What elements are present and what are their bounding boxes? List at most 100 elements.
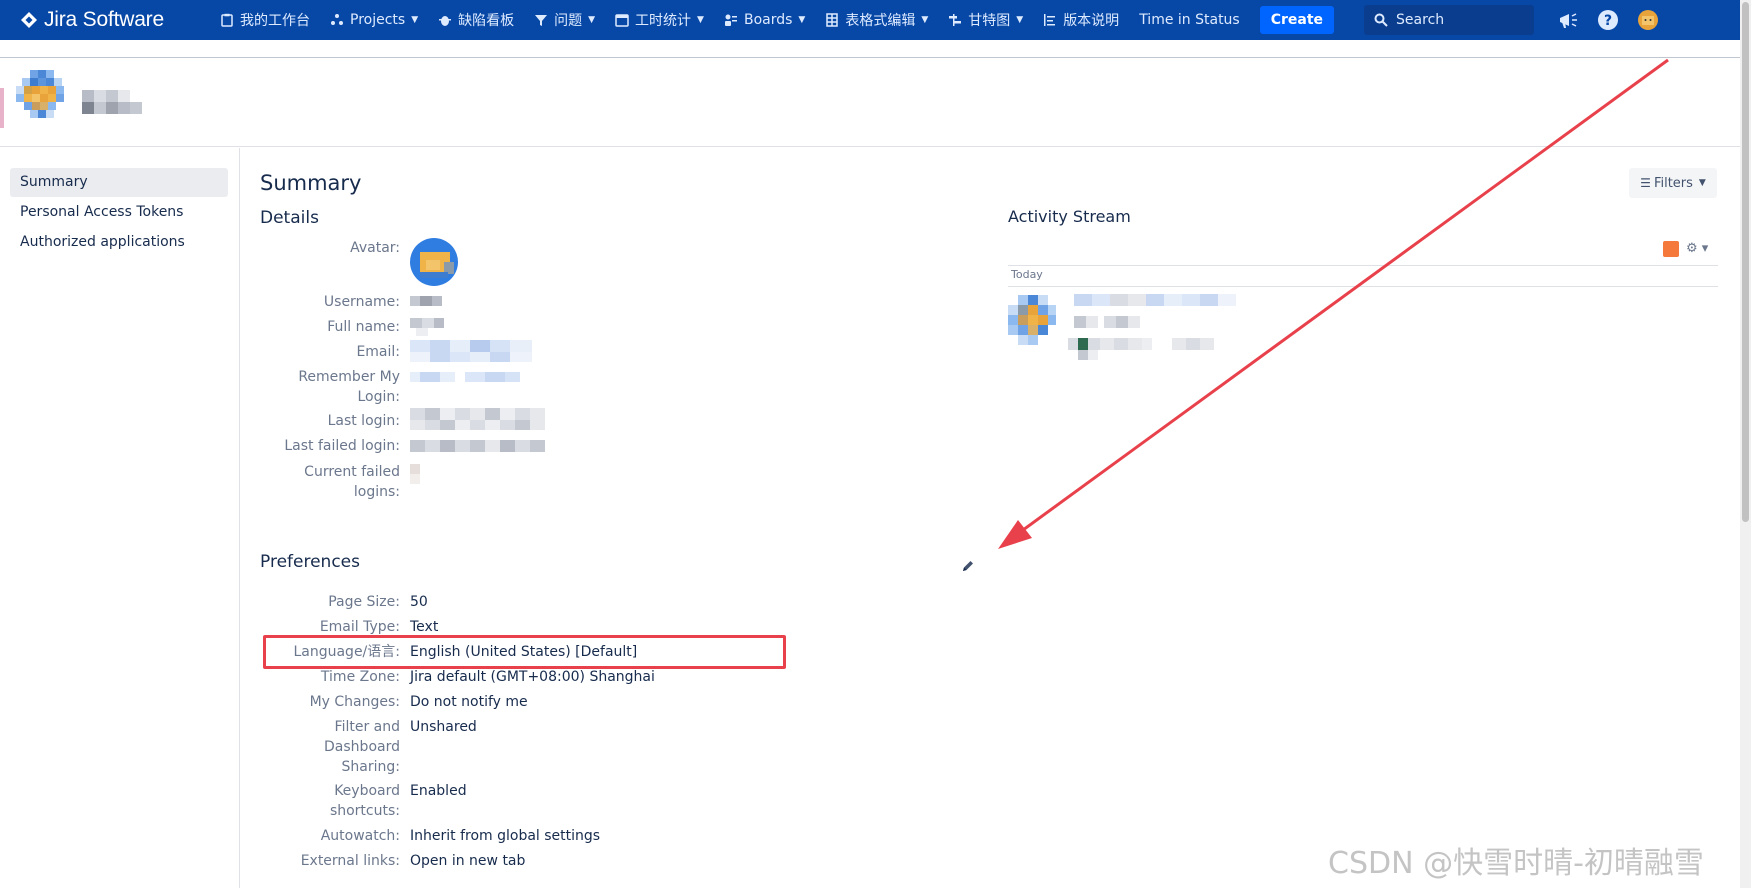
- time-zone-label: Time Zone:: [320, 669, 400, 685]
- chevron-down-icon: ▼: [798, 15, 806, 25]
- nav-label: 问题: [554, 13, 583, 29]
- current-failed-label-line1: Current failed: [304, 464, 400, 480]
- remember-login-label: Remember My Login:: [260, 367, 400, 407]
- jira-diamond-icon: [21, 12, 37, 28]
- sidebar-item-personal-access-tokens[interactable]: Personal Access Tokens: [10, 198, 228, 227]
- csdn-watermark: CSDN @快雪时晴-初晴融雪: [1328, 846, 1704, 881]
- current-failed-label-line2: logins:: [353, 484, 400, 500]
- remember-login-label-line2: Login:: [357, 389, 401, 405]
- nav-boards[interactable]: Boards ▼: [714, 0, 815, 40]
- profile-avatar: [16, 70, 64, 118]
- remember-login-label-line1: Remember My: [298, 369, 400, 385]
- chevron-down-icon: ▼: [1016, 15, 1024, 25]
- nav-my-workspace[interactable]: 我的工作台: [210, 0, 320, 40]
- autowatch-value: Inherit from global settings: [410, 828, 601, 844]
- nav-label: Boards: [743, 12, 793, 28]
- sharing-label-line3: Sharing:: [341, 759, 400, 775]
- profile-name-redacted: [82, 90, 142, 114]
- notifications-megaphone-icon[interactable]: [1556, 8, 1580, 32]
- rss-feed-icon[interactable]: [1663, 241, 1679, 257]
- details-heading: Details: [260, 208, 319, 228]
- nav-timesheet[interactable]: 工时统计 ▼: [605, 0, 714, 40]
- nav-table-edit[interactable]: 表格式编辑 ▼: [815, 0, 938, 40]
- activity-stream-heading: Activity Stream: [1008, 207, 1131, 226]
- filters-button[interactable]: ☰ Filters ▼: [1629, 168, 1717, 198]
- search-input[interactable]: Search: [1364, 5, 1535, 35]
- activity-avatar: [1008, 295, 1056, 345]
- today-group-header: Today: [1008, 267, 1718, 287]
- gantt-icon: [949, 14, 962, 26]
- boards-icon: [724, 14, 737, 26]
- nav-release-notes[interactable]: 版本说明: [1033, 0, 1129, 40]
- fullname-value-redacted: [410, 318, 444, 336]
- preferences-heading: Preferences: [260, 552, 360, 572]
- my-changes-value: Do not notify me: [410, 694, 528, 710]
- last-failed-login-value-redacted: [410, 440, 545, 452]
- chevron-down-icon: ▼: [588, 15, 596, 25]
- email-label: Email:: [356, 344, 400, 360]
- page-scrollbar[interactable]: [1740, 0, 1751, 888]
- header-accent: [0, 88, 4, 128]
- search-placeholder: Search: [1396, 12, 1445, 28]
- email-type-value: Text: [410, 619, 439, 635]
- email-value-redacted[interactable]: [410, 340, 535, 364]
- sharing-value: Unshared: [410, 719, 477, 735]
- bug-icon: [439, 16, 452, 26]
- details-avatar[interactable]: [410, 238, 458, 286]
- last-login-label: Last login:: [327, 413, 400, 429]
- nav-label: 缺陷看板: [458, 13, 515, 29]
- nav-defect-board[interactable]: 缺陷看板: [428, 0, 524, 40]
- chevron-down-icon: ▼: [697, 15, 704, 25]
- edit-pencil-icon[interactable]: [960, 558, 976, 574]
- svg-text:?: ?: [1604, 13, 1612, 29]
- gear-icon[interactable]: ⚙ ▾: [1686, 241, 1708, 256]
- nav-label: Projects: [350, 12, 406, 28]
- create-button[interactable]: Create: [1259, 6, 1335, 34]
- keyboard-shortcuts-label: Keyboard shortcuts:: [260, 781, 400, 821]
- username-label: Username:: [323, 294, 400, 310]
- activity-divider: [1008, 265, 1718, 266]
- filter-icon: [535, 15, 548, 26]
- sharing-label: Filter and Dashboard Sharing:: [260, 717, 400, 777]
- autowatch-label: Autowatch:: [320, 828, 400, 844]
- table-icon: [826, 13, 839, 27]
- nav-label: 工时统计: [635, 13, 692, 29]
- user-avatar[interactable]: [1636, 8, 1660, 32]
- last-login-value-redacted: [410, 408, 545, 430]
- nav-issues[interactable]: 问题 ▼: [524, 0, 605, 40]
- keyboard-label-line1: Keyboard: [334, 783, 400, 799]
- jira-logo[interactable]: Jira Software: [20, 8, 210, 32]
- last-failed-login-label: Last failed login:: [284, 438, 400, 454]
- sidebar-item-summary[interactable]: Summary: [10, 168, 228, 197]
- chevron-down-icon: ▼: [921, 15, 929, 25]
- chevron-down-icon: ▼: [411, 15, 419, 25]
- help-icon[interactable]: ?: [1596, 8, 1620, 32]
- username-value-redacted: [410, 296, 442, 306]
- external-links-value: Open in new tab: [410, 853, 526, 869]
- nav-label: Time in Status: [1139, 12, 1240, 28]
- top-navigation-bar: Jira Software 我的工作台 Projects ▼ 缺陷看板 问题 ▼…: [0, 0, 1740, 40]
- chevron-down-icon: ▼: [1698, 178, 1706, 188]
- sharing-label-line2: Dashboard: [324, 739, 400, 755]
- email-type-label: Email Type:: [319, 619, 400, 635]
- keyboard-shortcuts-value: Enabled: [410, 783, 467, 799]
- nav-label: 版本说明: [1063, 13, 1120, 29]
- page-size-value: 50: [410, 594, 428, 610]
- language-highlight-box: [263, 635, 786, 669]
- profile-header: [0, 57, 1740, 147]
- projects-icon: [331, 14, 343, 25]
- clipboard-icon: [221, 13, 233, 27]
- calendar-icon: [615, 14, 629, 27]
- filters-label: Filters: [1653, 175, 1693, 191]
- scrollbar-thumb[interactable]: [1742, 2, 1749, 522]
- profile-sidebar: Summary Personal Access Tokens Authorize…: [0, 148, 240, 888]
- nav-label: 表格式编辑: [845, 13, 916, 29]
- time-zone-value: Jira default (GMT+08:00) Shanghai: [410, 669, 655, 685]
- fullname-label: Full name:: [327, 319, 400, 335]
- nav-time-in-status[interactable]: Time in Status: [1129, 0, 1250, 40]
- page-size-label: Page Size:: [328, 594, 400, 610]
- activity-entry-redacted[interactable]: [1068, 294, 1258, 360]
- nav-projects[interactable]: Projects ▼: [320, 0, 428, 40]
- nav-gantt[interactable]: 甘特图 ▼: [938, 0, 1033, 40]
- sidebar-item-authorized-applications[interactable]: Authorized applications: [10, 228, 228, 257]
